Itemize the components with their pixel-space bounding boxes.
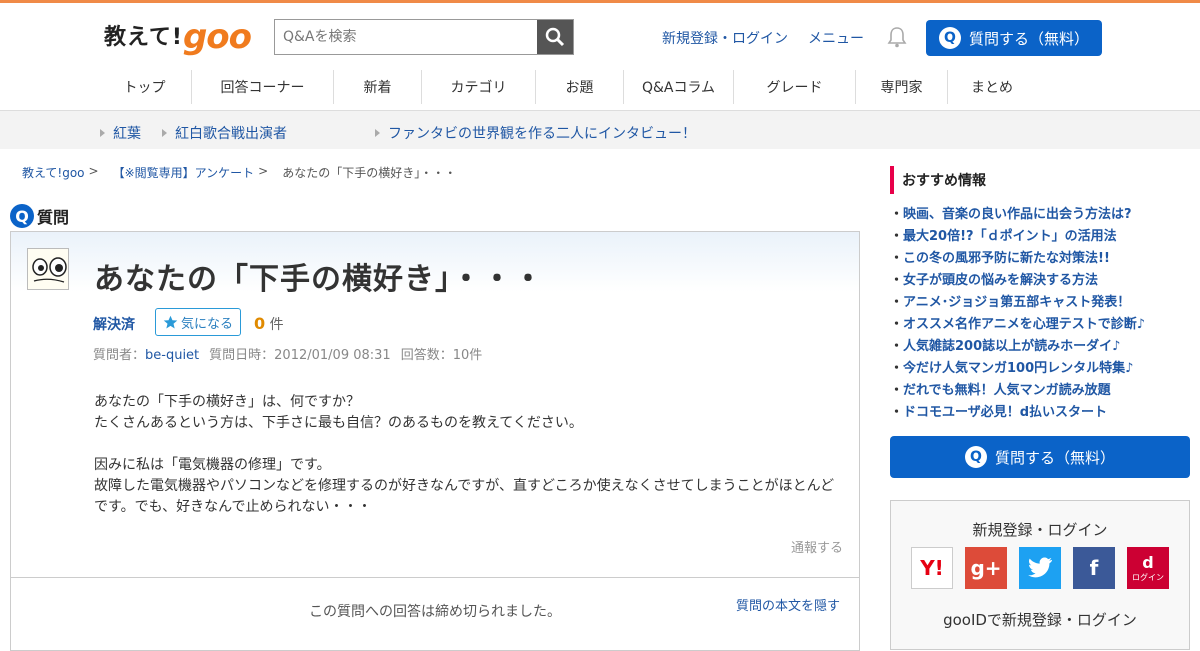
- facebook-login-icon[interactable]: f: [1073, 547, 1115, 589]
- question-card: あなたの「下手の横好き」・・・ 解決済 気になる 0 件 質問者：be-quie…: [10, 231, 860, 651]
- recommend-item[interactable]: この冬の風邪予防に新たな対策法!!: [890, 248, 1190, 270]
- nav-item-8[interactable]: まとめ: [948, 70, 1036, 104]
- logo-brand: goo: [182, 17, 252, 57]
- recommend-item[interactable]: 女子が頭皮の悩みを解決する方法: [890, 270, 1190, 292]
- search-input[interactable]: [275, 20, 537, 54]
- breadcrumb-category[interactable]: 【※閲覧専用】アンケート: [113, 164, 255, 181]
- breadcrumb-sep: >: [88, 164, 99, 178]
- sub-nav: 紅葉 紅白歌合戦出演者 ファンタビの世界観を作る二人にインタビュー！: [0, 111, 1200, 149]
- google-plus-login-icon[interactable]: g+: [965, 547, 1007, 589]
- favorite-label: 気になる: [180, 316, 233, 332]
- asker-link[interactable]: be-quiet: [145, 348, 199, 363]
- avatar[interactable]: [27, 248, 69, 290]
- sub-nav-item[interactable]: 紅白歌合戦出演者: [162, 123, 287, 143]
- nav-item-5[interactable]: Q&Aコラム: [624, 70, 734, 104]
- recommend-item[interactable]: 人気雑誌200誌以上が読みホーダイ♪: [890, 336, 1190, 358]
- twitter-login-icon[interactable]: [1019, 547, 1061, 589]
- closed-message: この質問への回答は締め切られました。: [309, 604, 561, 620]
- signup-login-link[interactable]: 新規登録・ログイン: [662, 28, 788, 48]
- search-bar: [274, 19, 574, 55]
- question-icon: Q: [964, 446, 987, 468]
- menu-link[interactable]: メニュー: [808, 28, 864, 48]
- breadcrumb-current: あなたの「下手の横好き」・・・: [282, 166, 457, 180]
- search-icon: [545, 27, 565, 47]
- login-panel: 新規登録・ログイン Y! g+ f d ログイン gooIDで新規登録・ログイン: [890, 500, 1190, 650]
- question-title: あなたの「下手の横好き」・・・: [94, 262, 544, 297]
- nav-item-7[interactable]: 専門家: [856, 70, 948, 104]
- social-login-icons: Y! g+ f d ログイン: [911, 547, 1169, 589]
- nav-item-6[interactable]: グレード: [734, 70, 856, 104]
- recommend-item[interactable]: だれでも無料！人気マンガ読み放題: [890, 380, 1190, 402]
- star-icon: [163, 315, 178, 328]
- bell-icon[interactable]: [886, 26, 908, 52]
- sub-nav-item[interactable]: 紅葉: [100, 123, 141, 143]
- favorite-button[interactable]: 気になる: [155, 308, 241, 336]
- sub-nav-item[interactable]: ファンタビの世界観を作る二人にインタビュー！: [375, 123, 696, 143]
- divider: [11, 577, 859, 578]
- logo-prefix: 教えて!: [104, 25, 183, 50]
- nav-item-1[interactable]: 回答コーナー: [192, 70, 334, 104]
- question-section-label: 質問: [37, 208, 70, 227]
- question-body: あなたの「下手の横好き」は、何ですか？ たくさんあるという方は、下手さに最も自信…: [94, 394, 835, 515]
- gooid-login-link[interactable]: gooIDで新規登録・ログイン: [891, 609, 1189, 630]
- q-badge-icon: Q: [10, 204, 34, 228]
- global-nav: トップ 回答コーナー 新着 カテゴリ お題 Q&Aコラム グレード 専門家 まとめ: [98, 70, 1036, 104]
- ask-question-label: 質問する（無料）: [968, 29, 1089, 48]
- answer-count: 回答数：10件: [400, 348, 483, 363]
- breadcrumb-sep: >: [258, 164, 269, 178]
- report-link[interactable]: 通報する: [791, 537, 843, 556]
- recommend-item[interactable]: ドコモユーザ必見！d払いスタート: [890, 402, 1190, 424]
- nav-item-4[interactable]: お題: [536, 70, 624, 104]
- hide-body-link[interactable]: 質問の本文を隠す: [736, 595, 840, 614]
- ask-question-button[interactable]: Q 質問する（無料）: [926, 20, 1102, 56]
- login-title: 新規登録・ログイン: [972, 521, 1108, 539]
- question-meta: 質問者：be-quiet 質問日時：2012/01/09 08:31 回答数：1…: [93, 344, 482, 363]
- ask-question-side-button[interactable]: Q 質問する（無料）: [890, 436, 1190, 478]
- favorite-count: 0 件: [254, 314, 284, 333]
- nav-item-3[interactable]: カテゴリ: [422, 70, 536, 104]
- nav-item-0[interactable]: トップ: [98, 70, 192, 104]
- top-accent-bar: [0, 0, 1200, 3]
- search-button[interactable]: [537, 20, 573, 54]
- recommend-item[interactable]: アニメ･ジョジョ第五部キャスト発表！: [890, 292, 1190, 314]
- yahoo-login-icon[interactable]: Y!: [911, 547, 953, 589]
- question-date: 質問日時：2012/01/09 08:31: [209, 348, 391, 363]
- recommend-list: 映画、音楽の良い作品に出会う方法は?最大20倍!?「ｄポイント」の活用法この冬の…: [890, 204, 1190, 424]
- ask-question-label: 質問する（無料）: [994, 448, 1115, 467]
- nav-item-2[interactable]: 新着: [334, 70, 422, 104]
- recommend-panel: おすすめ情報 映画、音楽の良い作品に出会う方法は?最大20倍!?「ｄポイント」の…: [890, 166, 1190, 424]
- asker-label: 質問者：: [93, 348, 146, 363]
- docomo-login-icon[interactable]: d ログイン: [1127, 547, 1169, 589]
- breadcrumb-home[interactable]: 教えて!goo: [22, 164, 85, 181]
- recommend-item[interactable]: 映画、音楽の良い作品に出会う方法は?: [890, 204, 1190, 226]
- status-badge: 解決済: [93, 317, 135, 333]
- recommend-item[interactable]: オススメ名作アニメを心理テストで診断♪: [890, 314, 1190, 336]
- recommend-item[interactable]: 最大20倍!?「ｄポイント」の活用法: [890, 226, 1190, 248]
- recommend-item[interactable]: 今だけ人気マンガ100円レンタル特集♪: [890, 358, 1190, 380]
- site-logo[interactable]: 教えて! goo: [104, 14, 252, 57]
- question-icon: Q: [938, 27, 961, 49]
- breadcrumb: 教えて!goo > 【※閲覧専用】アンケート > あなたの「下手の横好き」・・・: [22, 164, 456, 181]
- question-section-header: Q 質問: [10, 204, 69, 228]
- recommend-title: おすすめ情報: [890, 166, 1190, 194]
